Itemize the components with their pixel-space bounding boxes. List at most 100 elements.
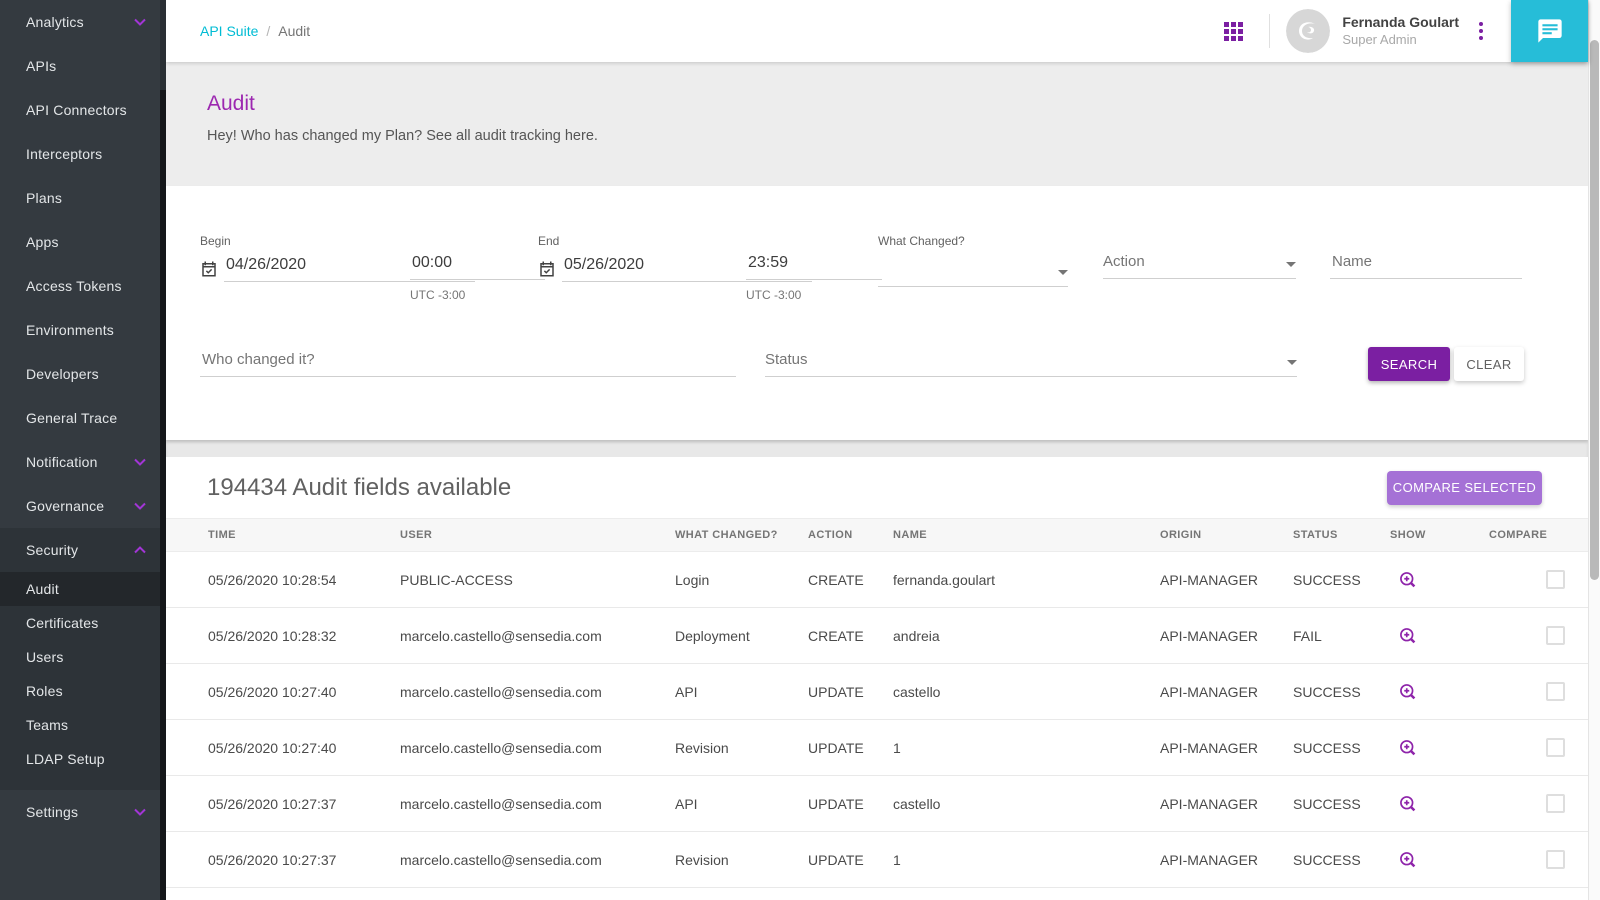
compare-checkbox[interactable] [1546,850,1565,869]
cell-time: 05/26/2020 10:27:37 [208,796,400,812]
user-block: Fernanda Goulart Super Admin [1342,14,1459,48]
compare-checkbox[interactable] [1546,682,1565,701]
sidebar-item-label: Environments [26,322,114,338]
zoom-in-icon[interactable] [1398,794,1418,814]
main-scrollbar-thumb[interactable] [1590,40,1599,580]
cell-time: 05/26/2020 10:28:54 [208,572,400,588]
clear-button[interactable]: CLEAR [1454,347,1524,381]
calendar-icon[interactable] [200,260,218,278]
compare-checkbox[interactable] [1546,570,1565,589]
sidebar-item-label: Teams [26,717,68,733]
sidebar-item-label: Security [26,542,78,558]
cell-time: 05/26/2020 10:28:32 [208,628,400,644]
cell-what-changed: API [675,684,808,700]
cell-origin: API-MANAGER [1160,628,1293,644]
header-divider [1269,14,1270,48]
sidebar-item-apps[interactable]: Apps [0,220,160,264]
sidebar-item-roles[interactable]: Roles [0,674,160,708]
sidebar-item-apis[interactable]: APIs [0,44,160,88]
sidebar-item-label: Audit [26,581,59,597]
cell-origin: API-MANAGER [1160,572,1293,588]
sidebar-item-plans[interactable]: Plans [0,176,160,220]
cell-user: marcelo.castello@sensedia.com [400,628,675,644]
sidebar-item-access-tokens[interactable]: Access Tokens [0,264,160,308]
sidebar-item-settings[interactable]: Settings [0,790,160,834]
kebab-menu-icon[interactable] [1473,16,1489,46]
cell-name: 1 [893,740,1160,756]
main-scrollbar[interactable] [1588,0,1600,900]
sidebar-item-users[interactable]: Users [0,640,160,674]
apps-grid-icon[interactable] [1224,22,1243,41]
chevron-up-icon [134,546,146,554]
zoom-in-icon[interactable] [1398,626,1418,646]
sidebar-item-general-trace[interactable]: General Trace [0,396,160,440]
compare-checkbox[interactable] [1546,738,1565,757]
calendar-icon[interactable] [538,260,556,278]
sidebar-item-label: APIs [26,58,56,74]
sidebar-item-label: LDAP Setup [26,751,105,767]
name-input[interactable] [1330,253,1522,279]
zoom-in-icon[interactable] [1398,738,1418,758]
who-changed-input[interactable] [200,351,736,377]
sidebar-scrollbar-thumb[interactable] [160,90,166,900]
sidebar-item-governance[interactable]: Governance [0,484,160,528]
begin-utc-label: UTC -3:00 [410,288,545,302]
zoom-in-icon[interactable] [1398,682,1418,702]
sidebar-item-notification[interactable]: Notification [0,440,160,484]
cell-origin: API-MANAGER [1160,796,1293,812]
page-hero: Audit Hey! Who has changed my Plan? See … [166,62,1588,186]
end-time-field: UTC -3:00 [746,254,882,302]
sidebar-item-label: Apps [26,234,59,250]
end-utc-label: UTC -3:00 [746,288,882,302]
sidebar-item-ldap-setup[interactable]: LDAP Setup [0,742,160,776]
cell-action: CREATE [808,628,893,644]
status-select[interactable]: Status [765,351,1297,377]
compare-checkbox[interactable] [1546,794,1565,813]
end-time-input[interactable] [746,254,882,280]
avatar[interactable] [1286,9,1330,53]
cell-origin: API-MANAGER [1160,684,1293,700]
sidebar-scrollbar[interactable] [160,0,166,900]
sidebar-item-label: Notification [26,454,98,470]
sidebar-item-interceptors[interactable]: Interceptors [0,132,160,176]
col-compare: COMPARE [1489,529,1579,541]
begin-time-input[interactable] [410,254,545,280]
filter-panel: Begin UTC -3:00 End [166,186,1588,440]
cell-action: CREATE [808,572,893,588]
search-button[interactable]: SEARCH [1368,347,1450,381]
zoom-in-icon[interactable] [1398,850,1418,870]
sidebar-item-label: Roles [26,683,63,699]
table-row: 05/26/2020 10:27:40 marcelo.castello@sen… [166,664,1588,720]
dropdown-caret-icon [1058,270,1068,275]
compare-selected-button[interactable]: COMPARE SELECTED [1387,471,1542,505]
results-header: 194434 Audit fields available COMPARE SE… [166,457,1588,518]
sidebar-item-api-connectors[interactable]: API Connectors [0,88,160,132]
cell-status: FAIL [1293,628,1390,644]
col-show: SHOW [1390,529,1489,541]
zoom-in-icon[interactable] [1398,570,1418,590]
sidebar-item-analytics[interactable]: Analytics [0,0,160,44]
compare-checkbox[interactable] [1546,626,1565,645]
cell-status: SUCCESS [1293,684,1390,700]
sidebar-security-submenu: Audit Certificates Users Roles Teams LDA… [0,572,160,776]
cell-user: PUBLIC-ACCESS [400,572,675,588]
action-select[interactable]: Action [1103,253,1296,279]
sidebar-item-label: Plans [26,190,62,206]
status-placeholder: Status [765,351,808,368]
sidebar-item-certificates[interactable]: Certificates [0,606,160,640]
breadcrumb-link-api-suite[interactable]: API Suite [200,23,258,39]
sidebar-item-audit[interactable]: Audit [0,572,160,606]
cell-name: fernanda.goulart [893,572,1160,588]
sidebar-item-environments[interactable]: Environments [0,308,160,352]
chat-button[interactable] [1511,0,1588,62]
what-changed-select[interactable] [878,256,1068,287]
col-origin: ORIGIN [1160,529,1293,541]
table-row: 05/26/2020 10:27:37 marcelo.castello@sen… [166,832,1588,888]
action-placeholder: Action [1103,253,1145,270]
cell-origin: API-MANAGER [1160,852,1293,868]
action-field: Action [1103,253,1296,279]
sidebar-item-teams[interactable]: Teams [0,708,160,742]
sidebar-item-security[interactable]: Security [0,528,160,572]
sidebar-item-developers[interactable]: Developers [0,352,160,396]
chevron-down-icon [134,502,146,510]
